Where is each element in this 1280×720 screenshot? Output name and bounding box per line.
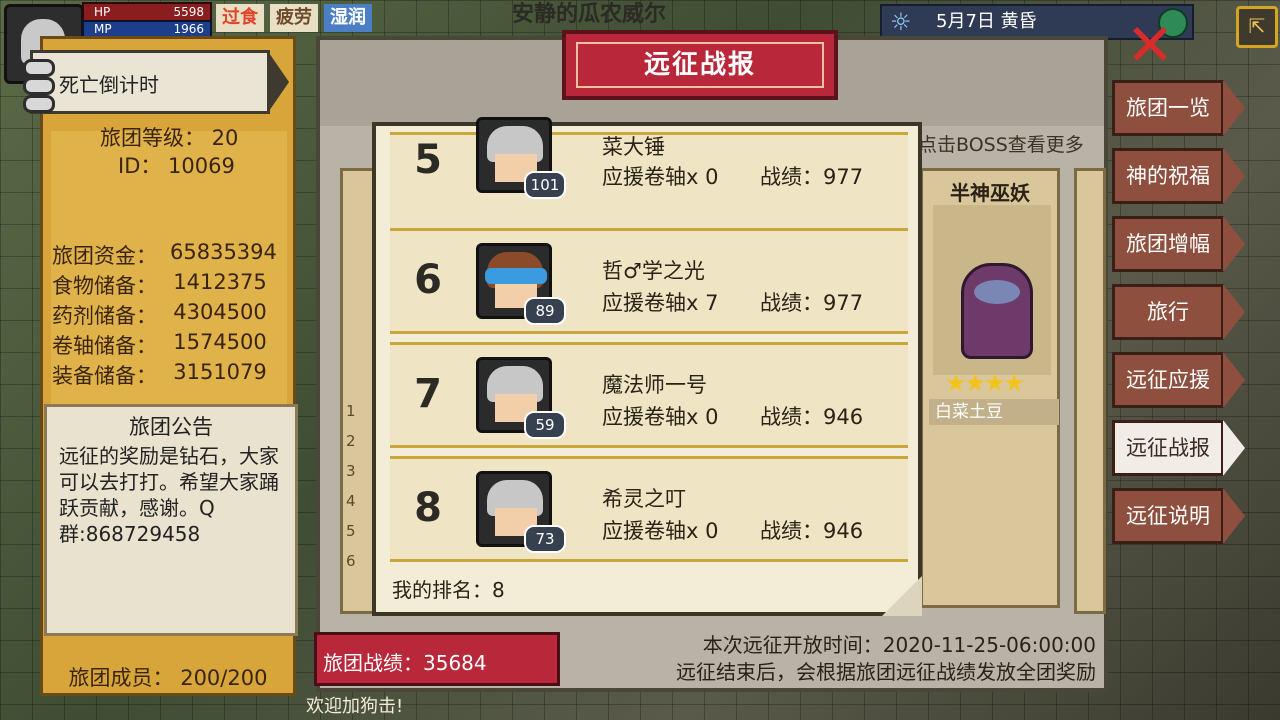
open-time: 本次远征开放时间：2020-11-25-06:00:00 <box>702 633 1096 657</box>
hp-value: 5598 <box>173 5 204 19</box>
status-overeat[interactable]: 过食 <box>216 4 264 32</box>
left-rank-number: 5 <box>346 522 356 540</box>
boss-name: 半神巫妖 <box>950 181 1030 205</box>
reward-note: 远征结束后，会根据旅团远征战绩发放全团奖励 <box>676 660 1096 684</box>
guild-id: ID： 10069 <box>118 154 235 178</box>
boss-portrait[interactable]: ★★★★ <box>933 205 1051 397</box>
stat-value: 1574500 <box>173 330 267 354</box>
countdown-label: 死亡倒计时 <box>59 73 159 97</box>
status-wet[interactable]: 湿润 <box>324 4 372 32</box>
stat-value: 65835394 <box>170 240 277 264</box>
report-title: 远征战报 <box>643 50 756 80</box>
stat-value: 3151079 <box>173 360 267 384</box>
player-name: 希灵之叮 <box>602 487 686 511</box>
stat-label: 卷轴储备： <box>52 334 157 358</box>
level-badge: 73 <box>524 525 566 553</box>
player-score: 战绩：946 <box>760 519 864 543</box>
guild-notice: 旅团公告 远征的奖励是钻石，大家可以去打打。希望大家踊跃贡献，感谢。Q群:868… <box>44 404 298 636</box>
lich-icon <box>961 263 1033 359</box>
left-rank-number: 1 <box>346 402 356 420</box>
sun-icon: ☼ <box>890 8 912 36</box>
boss-card-next[interactable] <box>1074 168 1106 614</box>
player-name: 哲♂学之光 <box>602 259 705 283</box>
support-scrolls: 应援卷轴x 7 <box>602 291 719 315</box>
support-scrolls: 应援卷轴x 0 <box>602 519 719 543</box>
ranking-row[interactable]: 7 59 魔法师一号 应援卷轴x 0 战绩：946 <box>390 342 908 448</box>
stat-label: 药剂储备： <box>52 304 157 328</box>
left-rank-number: 3 <box>346 462 356 480</box>
level-badge: 101 <box>524 171 566 199</box>
boss-hint: 点击BOSS查看更多 <box>918 134 1084 156</box>
side-menu-blessing[interactable]: 神的祝福 <box>1112 148 1245 204</box>
side-menu-guild-boost[interactable]: 旅团增幅 <box>1112 216 1245 272</box>
binder-ring-icon <box>23 59 55 77</box>
stat-value: 4304500 <box>173 300 267 324</box>
side-menu-travel[interactable]: 旅行 <box>1112 284 1245 340</box>
goggle <box>485 268 547 284</box>
player-score: 战绩：946 <box>760 405 864 429</box>
level-badge: 89 <box>524 297 566 325</box>
side-menu-expedition-support[interactable]: 远征应援 <box>1112 352 1245 408</box>
rank-number: 8 <box>414 485 442 531</box>
binder-ring-icon <box>23 77 55 95</box>
side-menu-expedition-guide[interactable]: 远征说明 <box>1112 488 1245 544</box>
rank-number: 7 <box>414 371 442 417</box>
boss-stars: ★★★★ <box>945 369 1025 397</box>
ranking-row[interactable]: 8 73 希灵之叮 应援卷轴x 0 战绩：946 <box>390 456 908 562</box>
date-time: 5月7日 黄昏 <box>936 11 1037 32</box>
side-menu-guild-overview[interactable]: 旅团一览 <box>1112 80 1245 136</box>
binder-ring-icon <box>23 95 55 113</box>
stat-label: 装备储备： <box>52 364 157 388</box>
guild-score: 旅团战绩：35684 <box>323 651 487 675</box>
left-rank-number: 6 <box>346 552 356 570</box>
death-countdown-tab[interactable]: 死亡倒计时 <box>23 50 289 114</box>
rank-number: 6 <box>414 257 442 303</box>
level-badge: 59 <box>524 411 566 439</box>
rank-number: 5 <box>414 137 442 183</box>
ranking-row[interactable]: 6 89 哲♂学之光 应援卷轴x 7 战绩：977 <box>390 228 908 334</box>
hp-label: HP <box>94 5 111 19</box>
player-name: 菜大锤 <box>602 135 665 159</box>
guild-level: 旅团等级： 20 <box>100 126 239 150</box>
close-icon[interactable]: ✕ <box>1124 16 1176 74</box>
left-rank-number: 2 <box>346 432 356 450</box>
boss-card[interactable]: 半神巫妖 ★★★★ 白菜土豆 <box>920 168 1060 608</box>
notice-title: 旅团公告 <box>129 415 213 439</box>
guild-members: 旅团成员： 200/200 <box>68 666 268 690</box>
stat-label: 食物储备： <box>52 274 157 298</box>
report-title-plate: 远征战报 <box>562 30 838 100</box>
left-rank-number: 4 <box>346 492 356 510</box>
ranking-list[interactable]: 5 101 菜大锤 应援卷轴x 0 战绩：977 6 89 哲♂学之光 应援卷轴… <box>372 117 922 616</box>
support-scrolls: 应援卷轴x 0 <box>602 405 719 429</box>
player-name: 魔法师一号 <box>602 373 707 397</box>
player-score: 战绩：977 <box>760 165 864 189</box>
expedition-time-info: 本次远征开放时间：2020-11-25-06:00:00 远征结束后，会根据旅团… <box>640 632 1096 686</box>
side-menu-expedition-report[interactable]: 远征战报 <box>1112 420 1245 476</box>
stat-value: 1412375 <box>173 270 267 294</box>
mp-label: MP <box>94 22 112 36</box>
guild-score-banner: 旅团战绩：35684 <box>314 632 560 686</box>
player-score: 战绩：977 <box>760 291 864 315</box>
ranking-row[interactable]: 5 101 菜大锤 应援卷轴x 0 战绩：977 <box>390 117 908 238</box>
boss-tag: 白菜土豆 <box>929 399 1059 425</box>
expand-icon[interactable]: ⇱ <box>1236 6 1278 48</box>
page-fold <box>882 576 922 616</box>
location-name: 安静的瓜农威尔 <box>512 2 667 27</box>
my-rank: 我的排名：8 <box>392 578 505 602</box>
support-scrolls: 应援卷轴x 0 <box>602 165 719 189</box>
hp-bar: HP 5598 <box>82 2 212 22</box>
stat-label: 旅团资金： <box>52 244 157 268</box>
mp-value: 1966 <box>173 22 204 36</box>
notice-body: 远征的奖励是钻石，大家可以去打打。希望大家踊跃贡献，感谢。Q群:86872945… <box>59 444 279 546</box>
bottom-caption: 欢迎加狗击! <box>306 696 404 717</box>
status-tired[interactable]: 疲劳 <box>270 4 318 32</box>
